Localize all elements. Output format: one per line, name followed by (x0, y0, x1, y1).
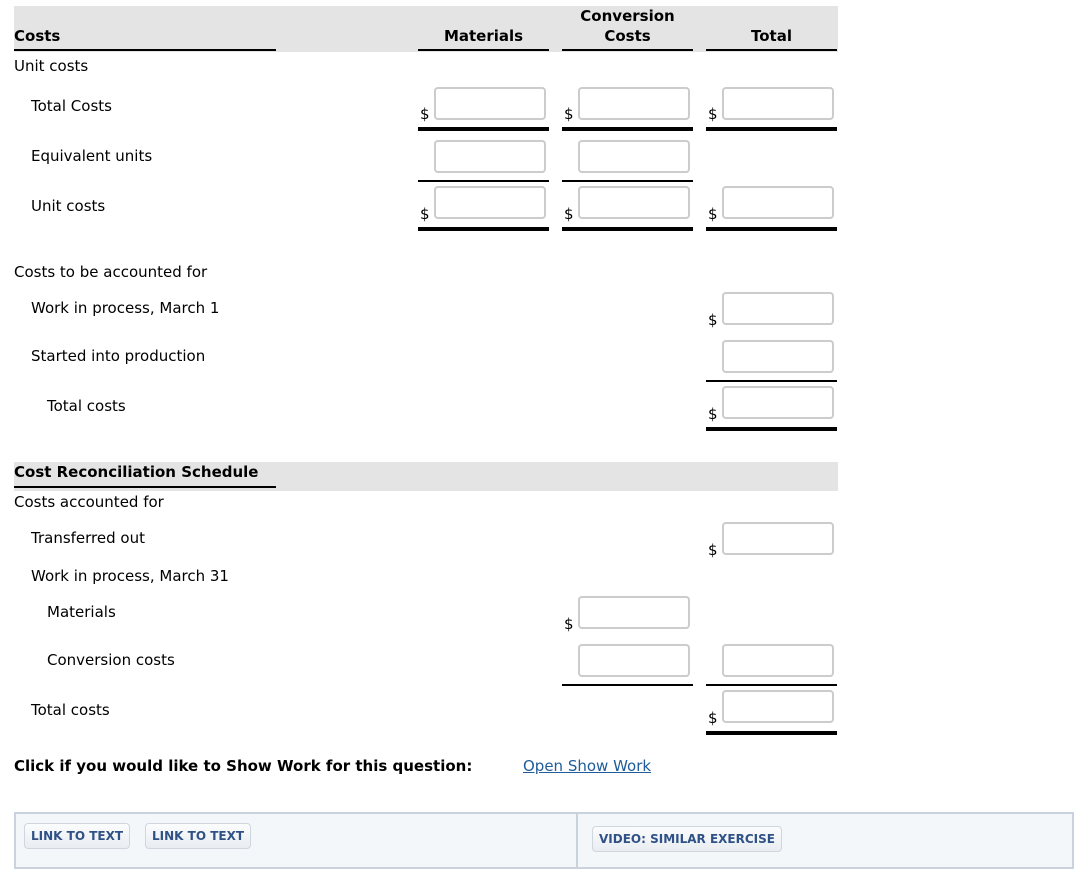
total-rule (706, 227, 837, 231)
row-label-unit-costs: Unit costs (31, 197, 106, 215)
started-into-production-input[interactable] (722, 340, 834, 373)
conversion-unit-cost-input[interactable] (578, 186, 690, 219)
header-divider (706, 49, 837, 51)
total-rule (418, 127, 549, 131)
row-label-total-costs-accounted: Total costs (47, 397, 126, 415)
open-show-work-link[interactable]: Open Show Work (523, 757, 651, 775)
transferred-out-input[interactable] (722, 522, 834, 555)
section-title-costs-to-account: Costs to be accounted for (14, 263, 208, 281)
total-rule (562, 227, 693, 231)
row-label-total-costs: Total Costs (31, 97, 112, 115)
wip-march-1-input[interactable] (722, 292, 834, 325)
sum-rule (706, 380, 837, 382)
total-costs-reconciled-input[interactable] (722, 690, 834, 723)
total-total-costs-input[interactable] (722, 87, 834, 120)
header-divider (14, 486, 276, 488)
sum-rule (562, 684, 693, 686)
materials-equivalent-units-input[interactable] (434, 140, 546, 173)
conversion-equivalent-units-input[interactable] (578, 140, 690, 173)
show-work-prompt: Click if you would like to Show Work for… (14, 757, 473, 775)
total-unit-cost-input[interactable] (722, 186, 834, 219)
row-label-equivalent-units: Equivalent units (31, 147, 153, 165)
row-label-wip-materials: Materials (47, 603, 116, 621)
divide-rule (562, 180, 693, 182)
header-divider (14, 49, 276, 51)
dollar-sign: $ (708, 709, 718, 727)
row-label-started-into-production: Started into production (31, 347, 206, 365)
dollar-sign: $ (564, 205, 574, 223)
header-divider (418, 49, 549, 51)
resources-panel-left: LINK TO TEXT LINK TO TEXT (14, 812, 578, 869)
reconciliation-title: Cost Reconciliation Schedule (14, 463, 259, 481)
total-rule (418, 227, 549, 231)
wip-materials-input[interactable] (578, 596, 690, 629)
total-rule (562, 127, 693, 131)
materials-header: Materials (443, 27, 524, 45)
dollar-sign: $ (708, 105, 718, 123)
total-costs-to-account-input[interactable] (722, 386, 834, 419)
dollar-sign: $ (420, 105, 430, 123)
section-title-unit-costs: Unit costs (14, 57, 89, 75)
dollar-sign: $ (564, 615, 574, 633)
wip-total-input[interactable] (722, 644, 834, 677)
costs-header: Costs (14, 27, 61, 45)
reconciliation-subtitle: Costs accounted for (14, 493, 164, 511)
total-header: Total (751, 27, 792, 45)
row-label-wip-conversion: Conversion costs (47, 651, 175, 669)
wip-conversion-input[interactable] (578, 644, 690, 677)
total-rule (706, 731, 837, 735)
row-label-wip-march-31: Work in process, March 31 (31, 567, 229, 585)
row-label-total-costs-reconciled: Total costs (31, 701, 110, 719)
link-to-text-button[interactable]: LINK TO TEXT (24, 823, 131, 849)
sum-rule (706, 684, 837, 686)
video-similar-exercise-button[interactable]: VIDEO: SIMILAR EXERCISE (592, 826, 782, 852)
dollar-sign: $ (708, 541, 718, 559)
conversion-total-costs-input[interactable] (578, 87, 690, 120)
dollar-sign: $ (708, 405, 718, 423)
conversion-header-line2: Costs (604, 27, 651, 45)
dollar-sign: $ (708, 205, 718, 223)
total-rule (706, 427, 837, 431)
resources-panel-right: VIDEO: SIMILAR EXERCISE (576, 812, 1074, 869)
dollar-sign: $ (564, 105, 574, 123)
divide-rule (418, 180, 549, 182)
row-label-wip-march-1: Work in process, March 1 (31, 299, 220, 317)
total-rule (706, 127, 837, 131)
header-divider (562, 49, 693, 51)
dollar-sign: $ (708, 311, 718, 329)
dollar-sign: $ (420, 205, 430, 223)
conversion-header-line1: Conversion (580, 7, 675, 25)
materials-unit-cost-input[interactable] (434, 186, 546, 219)
materials-total-costs-input[interactable] (434, 87, 546, 120)
link-to-text-button[interactable]: LINK TO TEXT (145, 823, 252, 849)
row-label-transferred-out: Transferred out (31, 529, 145, 547)
